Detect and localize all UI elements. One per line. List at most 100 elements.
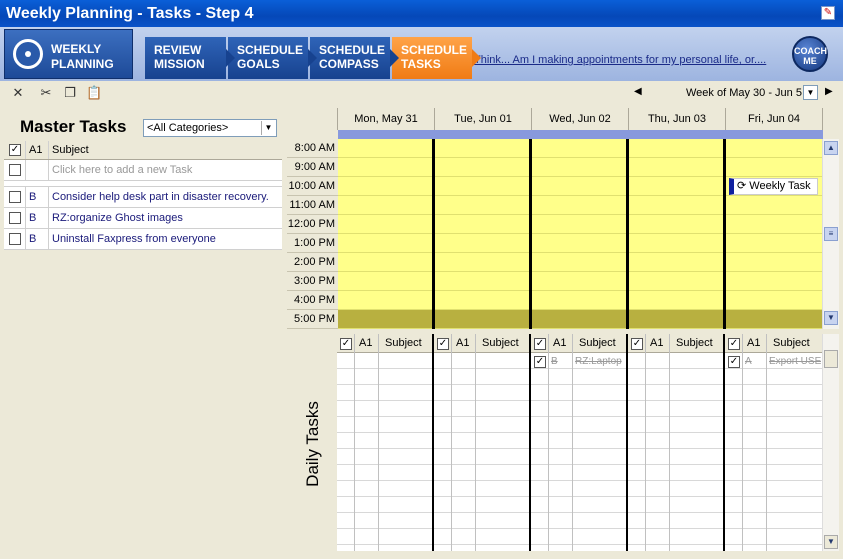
task-checkbox[interactable]: [9, 191, 21, 203]
step-label: SCHEDULE: [401, 43, 468, 57]
time-slot[interactable]: [338, 234, 823, 253]
priority-header[interactable]: A1: [553, 337, 566, 349]
completed-task-subject[interactable]: RZ:Laptop: [575, 356, 625, 367]
next-week-arrow-icon[interactable]: ▶: [825, 86, 833, 97]
daily-column-fri: ✓ A1 Subject ✓ A Export USE: [725, 334, 822, 551]
time-slots[interactable]: [338, 139, 823, 329]
cut-icon[interactable]: ✂: [38, 85, 54, 101]
weekly-planning-logo: WEEKLY PLANNING: [4, 29, 133, 79]
time-label: 2:00 PM: [287, 253, 338, 272]
completed-task-subject[interactable]: Export USE: [769, 356, 821, 367]
time-label: 11:00 AM: [287, 196, 338, 215]
day-header[interactable]: Tue, Jun 01: [435, 108, 532, 130]
calendar-scrollbar[interactable]: ▲ ≡ ▼: [822, 139, 839, 329]
subject-header[interactable]: Subject: [385, 337, 422, 349]
select-all-checkbox[interactable]: ✓: [340, 338, 352, 350]
time-slot-after-hours[interactable]: [338, 310, 823, 329]
time-slot[interactable]: [338, 196, 823, 215]
paste-icon[interactable]: 📋: [86, 85, 102, 101]
step-schedule-tasks[interactable]: SCHEDULE TASKS: [392, 37, 481, 79]
notepad-icon[interactable]: ✎: [821, 6, 835, 20]
all-day-bar[interactable]: [338, 130, 823, 139]
priority-header[interactable]: A1: [650, 337, 663, 349]
task-subject[interactable]: Consider help desk part in disaster reco…: [50, 187, 282, 207]
delete-icon[interactable]: ✕: [10, 85, 26, 101]
scroll-down-icon[interactable]: ▼: [824, 311, 838, 325]
completed-task-priority: A: [745, 356, 752, 367]
select-all-checkbox[interactable]: ✓: [9, 144, 21, 156]
scroll-thumb[interactable]: [824, 350, 838, 368]
recurrence-icon: ⟳: [737, 180, 747, 192]
category-select[interactable]: <All Categories> ▼: [143, 119, 277, 137]
time-slot[interactable]: [338, 215, 823, 234]
task-subject[interactable]: RZ:organize Ghost images: [50, 208, 282, 228]
daily-column-tue: ✓ A1 Subject: [434, 334, 530, 551]
priority-header[interactable]: A1: [26, 141, 49, 159]
week-label: Week of May 30 - Jun 5: [686, 87, 802, 99]
column-line: [475, 334, 476, 551]
appointment-weekly-task[interactable]: ⟳ Weekly Task: [729, 178, 818, 195]
step-label: SCHEDULE: [237, 43, 304, 57]
column-line: [645, 334, 646, 551]
task-checkbox[interactable]: [9, 212, 21, 224]
column-line: [572, 334, 573, 551]
toolbar: ✕ ✂ ❐ 📋 ◀ Week of May 30 - Jun 5 ▼ ▶: [0, 81, 843, 106]
task-checkbox[interactable]: ✓: [728, 356, 740, 368]
previous-week-arrow-icon[interactable]: ◀: [634, 86, 642, 97]
new-task-row[interactable]: Click here to add a new Task: [4, 160, 282, 181]
time-slot[interactable]: [338, 272, 823, 291]
scroll-down-icon[interactable]: ▼: [824, 535, 838, 549]
step-schedule-compass[interactable]: SCHEDULE COMPASS: [310, 37, 399, 79]
column-line: [354, 334, 355, 551]
priority-header[interactable]: A1: [359, 337, 372, 349]
day-header[interactable]: Fri, Jun 04: [726, 108, 823, 130]
select-all-checkbox[interactable]: ✓: [631, 338, 643, 350]
subject-header[interactable]: Subject: [579, 337, 616, 349]
week-dropdown-button[interactable]: ▼: [803, 85, 818, 100]
task-subject[interactable]: Uninstall Faxpress from everyone: [50, 229, 282, 249]
task-checkbox[interactable]: [9, 164, 21, 176]
copy-icon[interactable]: ❐: [62, 85, 78, 101]
column-line: [451, 334, 452, 551]
day-header[interactable]: Wed, Jun 02: [532, 108, 629, 130]
add-task-placeholder[interactable]: Click here to add a new Task: [50, 160, 282, 180]
step-review-mission[interactable]: REVIEW MISSION: [145, 37, 235, 79]
time-slot[interactable]: [338, 139, 823, 158]
subject-header[interactable]: Subject: [773, 337, 810, 349]
completed-task-priority: B: [551, 356, 558, 367]
table-row[interactable]: B Uninstall Faxpress from everyone: [4, 229, 282, 250]
step-schedule-goals[interactable]: SCHEDULE GOALS: [228, 37, 317, 79]
coach-label: COACH: [794, 46, 827, 56]
task-checkbox[interactable]: [9, 233, 21, 245]
subject-header[interactable]: Subject: [482, 337, 519, 349]
column-line: [378, 334, 379, 551]
table-row[interactable]: B Consider help desk part in disaster re…: [4, 187, 282, 208]
task-priority: B: [26, 187, 49, 207]
select-all-checkbox[interactable]: ✓: [728, 338, 740, 350]
select-all-checkbox[interactable]: ✓: [534, 338, 546, 350]
daily-tasks-panel: Daily Tasks ✓ A1 Subject ✓ A1 Subject ✓ …: [287, 334, 839, 551]
scroll-up-icon[interactable]: ▲: [824, 141, 838, 155]
scroll-thumb[interactable]: ≡: [824, 227, 838, 241]
time-slot[interactable]: [338, 291, 823, 310]
window-title: Weekly Planning - Tasks - Step 4: [6, 5, 254, 22]
priority-header[interactable]: A1: [747, 337, 760, 349]
task-checkbox[interactable]: ✓: [534, 356, 546, 368]
day-divider: [529, 139, 532, 329]
subject-header[interactable]: Subject: [676, 337, 713, 349]
day-header[interactable]: Mon, May 31: [338, 108, 435, 130]
coach-me-button[interactable]: COACH ME: [792, 36, 828, 72]
think-link[interactable]: Think... Am I making appointments for my…: [474, 54, 766, 66]
day-header[interactable]: Thu, Jun 03: [629, 108, 726, 130]
table-row[interactable]: B RZ:organize Ghost images: [4, 208, 282, 229]
logo-line2: PLANNING: [51, 57, 114, 71]
time-slot[interactable]: [338, 253, 823, 272]
wizard-banner: WEEKLY PLANNING REVIEW MISSION SCHEDULE …: [0, 27, 843, 81]
subject-header[interactable]: Subject: [50, 141, 282, 159]
chevron-down-icon[interactable]: ▼: [261, 121, 275, 135]
select-all-checkbox[interactable]: ✓: [437, 338, 449, 350]
time-slot[interactable]: [338, 158, 823, 177]
master-tasks-grid: ✓ A1 Subject Click here to add a new Tas…: [4, 141, 282, 250]
priority-header[interactable]: A1: [456, 337, 469, 349]
daily-tasks-scrollbar[interactable]: ▼: [822, 334, 839, 551]
